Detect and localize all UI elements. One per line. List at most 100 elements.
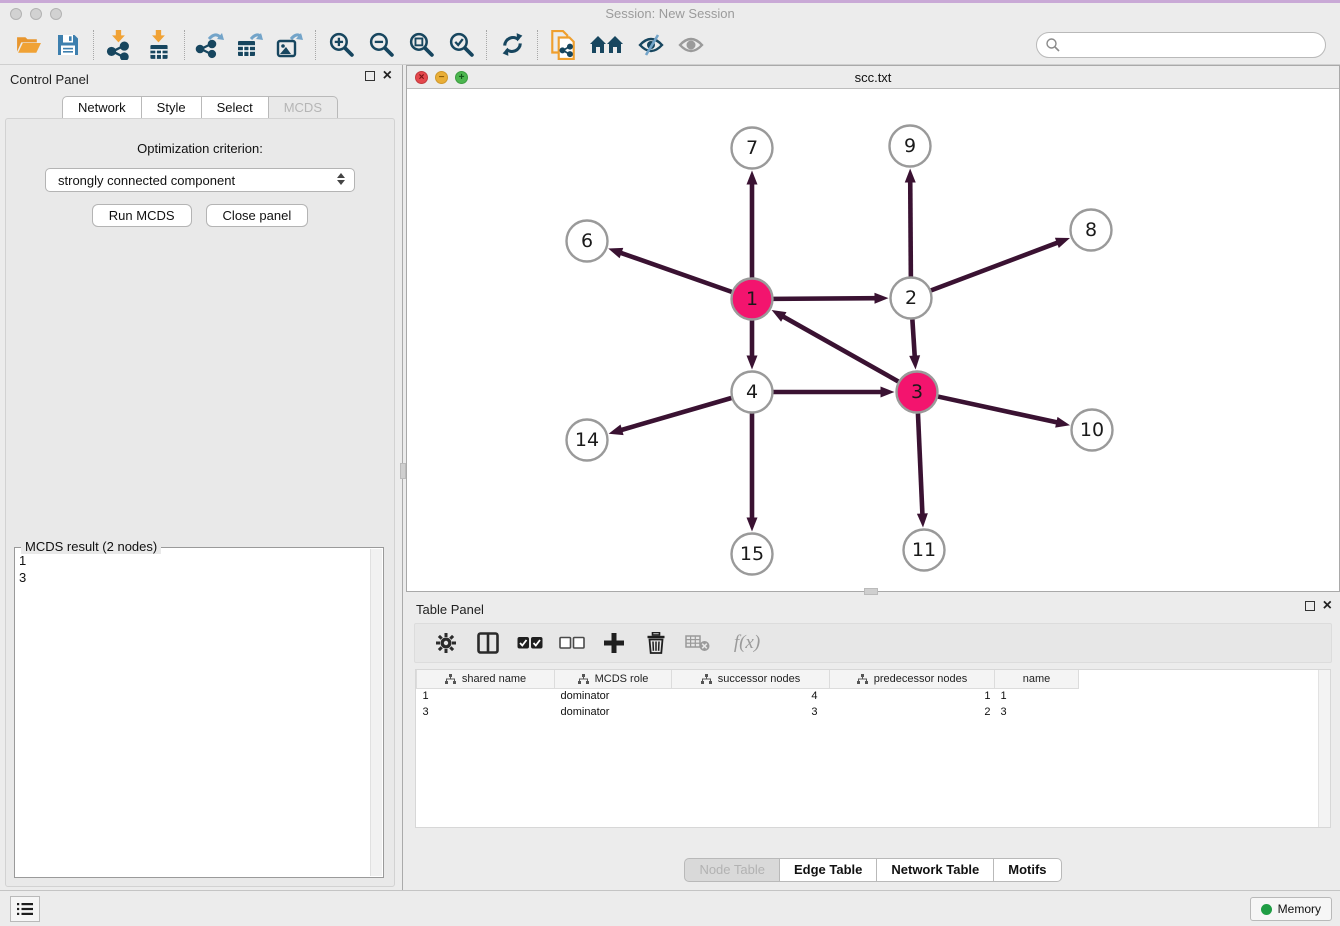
add-button[interactable] <box>595 628 633 658</box>
refresh-button[interactable] <box>492 29 532 61</box>
delete-button[interactable] <box>637 628 675 658</box>
graph-node-2[interactable]: 2 <box>891 278 932 319</box>
run-mcds-button[interactable]: Run MCDS <box>92 204 192 227</box>
cell-name[interactable]: 1 <box>995 688 1079 704</box>
cell-successor-nodes[interactable]: 4 <box>672 688 830 704</box>
column-header-name[interactable]: name <box>995 670 1079 688</box>
delete-column-button[interactable] <box>679 628 717 658</box>
graph-edge-3-10[interactable] <box>938 397 1070 428</box>
export-table-button[interactable] <box>230 29 270 61</box>
show-hide-style-button[interactable] <box>631 29 671 61</box>
mcds-result-text[interactable]: 1 3 <box>19 549 369 876</box>
tab-edge-table[interactable]: Edge Table <box>780 858 877 882</box>
graph-node-4[interactable]: 4 <box>732 372 773 413</box>
graph-edge-1-7[interactable] <box>747 171 758 278</box>
column-header-shared-name[interactable]: shared name <box>417 670 555 688</box>
float-table-panel-icon[interactable] <box>1305 601 1315 611</box>
svg-text:15: 15 <box>740 543 764 565</box>
save-session-button[interactable] <box>48 29 88 61</box>
toolbar-search <box>1036 32 1326 58</box>
graph-edge-4-15[interactable] <box>747 414 758 532</box>
task-history-button[interactable] <box>10 896 40 922</box>
network-graph[interactable]: 7 9 6 8 1 2 4 3 14 10 15 11 <box>407 90 1339 592</box>
svg-text:3: 3 <box>911 381 923 403</box>
tab-network[interactable]: Network <box>62 96 142 120</box>
column-header-successor-nodes[interactable]: successor nodes <box>672 670 830 688</box>
close-panel-button[interactable]: Close panel <box>206 204 309 227</box>
table-row[interactable]: 3dominator323 <box>417 704 1079 720</box>
graph-node-1[interactable]: 1 <box>732 279 773 320</box>
zoom-out-button[interactable] <box>361 29 401 61</box>
horizontal-splitter-handle[interactable] <box>864 588 878 595</box>
cell-name[interactable]: 3 <box>995 704 1079 720</box>
graph-node-9[interactable]: 9 <box>890 126 931 167</box>
cell-shared-name[interactable]: 1 <box>417 688 555 704</box>
column-header-MCDS-role[interactable]: MCDS role <box>555 670 672 688</box>
hide-panels-button[interactable] <box>583 29 631 61</box>
mcds-result-scrollbar[interactable] <box>370 549 382 876</box>
zoom-fit-button[interactable] <box>401 29 441 61</box>
cell-MCDS-role[interactable]: dominator <box>555 704 672 720</box>
graph-edge-1-6[interactable] <box>608 248 731 292</box>
export-image-button[interactable] <box>270 29 310 61</box>
titlebar: Session: New Session <box>0 3 1340 25</box>
table-row[interactable]: 1dominator411 <box>417 688 1079 704</box>
close-panel-icon[interactable]: × <box>383 71 392 81</box>
save-icon <box>55 32 81 58</box>
graph-node-6[interactable]: 6 <box>567 221 608 262</box>
optimization-criterion-value: strongly connected component <box>58 173 235 188</box>
graph-edge-4-14[interactable] <box>609 398 732 435</box>
tab-select[interactable]: Select <box>202 96 269 120</box>
network-file-button[interactable] <box>543 29 583 61</box>
tab-motifs[interactable]: Motifs <box>994 858 1061 882</box>
graph-edge-2-8[interactable] <box>931 238 1070 291</box>
graph-edge-1-4[interactable] <box>747 321 758 370</box>
tab-node-table[interactable]: Node Table <box>684 858 780 882</box>
graph-node-10[interactable]: 10 <box>1072 410 1113 451</box>
network-canvas[interactable]: 7 9 6 8 1 2 4 3 14 10 15 11 <box>407 90 1339 591</box>
cell-predecessor-nodes[interactable]: 2 <box>830 704 995 720</box>
network-window-titlebar[interactable]: × − + scc.txt <box>407 66 1339 89</box>
graph-node-3[interactable]: 3 <box>897 372 938 413</box>
graph-node-14[interactable]: 14 <box>567 420 608 461</box>
graph-edge-3-1[interactable] <box>772 310 899 381</box>
table-settings-button[interactable] <box>427 628 465 658</box>
zoom-in-button[interactable] <box>321 29 361 61</box>
cell-successor-nodes[interactable]: 3 <box>672 704 830 720</box>
float-panel-icon[interactable] <box>365 71 375 81</box>
graph-node-7[interactable]: 7 <box>732 128 773 169</box>
graph-edge-4-3[interactable] <box>774 387 895 398</box>
graph-node-15[interactable]: 15 <box>732 534 773 575</box>
cell-shared-name[interactable]: 3 <box>417 704 555 720</box>
graph-edge-3-11[interactable] <box>917 413 928 527</box>
tab-style[interactable]: Style <box>142 96 202 120</box>
tab-mcds[interactable]: MCDS <box>269 96 338 120</box>
tab-network-table[interactable]: Network Table <box>877 858 994 882</box>
select-all-button[interactable] <box>511 628 549 658</box>
import-network-button[interactable] <box>99 29 139 61</box>
cell-MCDS-role[interactable]: dominator <box>555 688 672 704</box>
cell-predecessor-nodes[interactable]: 1 <box>830 688 995 704</box>
graph-edge-1-2[interactable] <box>773 293 888 304</box>
export-network-button[interactable] <box>190 29 230 61</box>
zoom-selected-button[interactable] <box>441 29 481 61</box>
memory-button[interactable]: Memory <box>1250 897 1332 921</box>
import-table-button[interactable] <box>139 29 179 61</box>
table-scrollbar[interactable] <box>1318 670 1330 827</box>
graph-node-8[interactable]: 8 <box>1071 210 1112 251</box>
open-session-button[interactable] <box>8 29 48 61</box>
trash-icon <box>646 632 666 654</box>
optimization-criterion-select[interactable]: strongly connected component <box>45 168 355 192</box>
show-column-button[interactable] <box>469 628 507 658</box>
close-table-panel-icon[interactable]: × <box>1323 601 1332 611</box>
svg-text:11: 11 <box>912 539 936 561</box>
graph-node-11[interactable]: 11 <box>904 530 945 571</box>
graph-edge-2-3[interactable] <box>909 319 920 369</box>
show-graphics-button[interactable] <box>671 29 711 61</box>
graph-edge-2-9[interactable] <box>905 168 916 276</box>
deselect-all-button[interactable] <box>553 628 591 658</box>
column-header-predecessor-nodes[interactable]: predecessor nodes <box>830 670 995 688</box>
search-input[interactable] <box>1036 32 1326 58</box>
function-builder-button[interactable]: f(x) <box>721 628 773 658</box>
import-network-icon <box>105 30 133 60</box>
